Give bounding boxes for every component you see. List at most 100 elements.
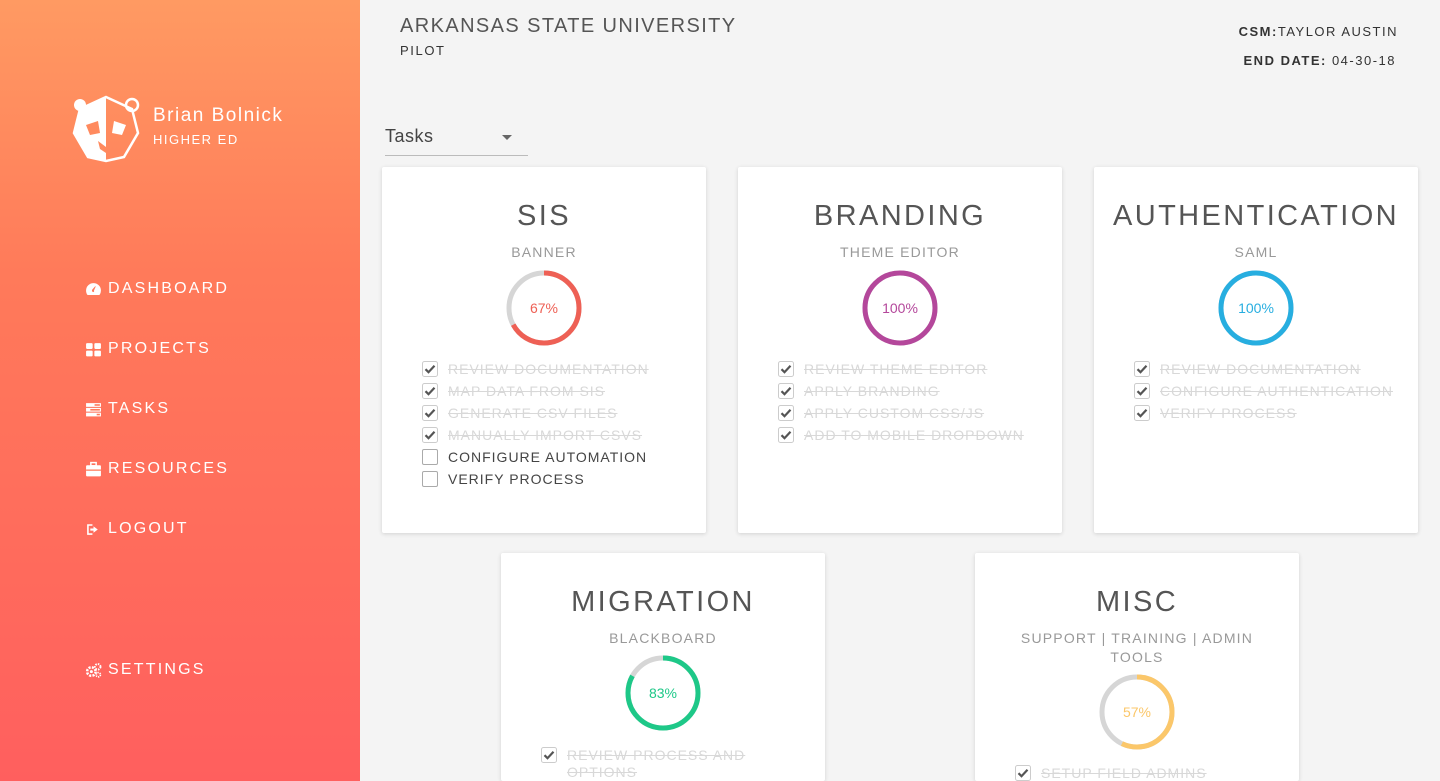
- progress-ring: 83%: [624, 654, 702, 732]
- project-card-authentication: AUTHENTICATION SAML 100% REVIEW DOCUMENT…: [1094, 167, 1418, 533]
- project-card-sis: SIS BANNER 67% REVIEW DOCUMENTATION MAP D…: [382, 167, 706, 533]
- project-card-misc: MISC SUPPORT | TRAINING | ADMIN TOOLS 57…: [975, 553, 1299, 781]
- project-card-branding: BRANDING THEME EDITOR 100% REVIEW THEME …: [738, 167, 1062, 533]
- task-item: REVIEW THEME EDITOR: [778, 361, 1042, 378]
- checkbox-checked-icon[interactable]: [778, 361, 794, 377]
- task-list: SETUP FIELD ADMINS: [1015, 765, 1279, 781]
- task-item: SETUP FIELD ADMINS: [1015, 765, 1279, 781]
- page-title: ARKANSAS STATE UNIVERSITY: [400, 15, 737, 37]
- card-subtitle: BANNER: [511, 244, 577, 260]
- user-name: Brian Bolnick: [153, 105, 284, 126]
- task-label: REVIEW DOCUMENTATION: [448, 361, 649, 377]
- progress-ring: 100%: [1217, 269, 1295, 347]
- card-title: AUTHENTICATION: [1112, 200, 1399, 232]
- checkbox-checked-icon[interactable]: [422, 427, 438, 443]
- view-select[interactable]: Tasks: [385, 122, 528, 156]
- logout-icon: [84, 520, 102, 538]
- gears-icon: [84, 661, 102, 679]
- nav-settings[interactable]: SETTINGS: [84, 661, 206, 679]
- user-role: HIGHER ED: [153, 132, 239, 147]
- checkbox-checked-icon[interactable]: [1134, 361, 1150, 377]
- nav-dashboard-label: DASHBOARD: [108, 280, 230, 297]
- task-label: REVIEW PROCESS AND OPTIONS: [567, 747, 746, 780]
- nav-logout-label: LOGOUT: [108, 520, 189, 537]
- checkbox-checked-icon[interactable]: [541, 747, 557, 763]
- checkbox-checked-icon[interactable]: [778, 405, 794, 421]
- end-date-label: END DATE:: [1243, 53, 1327, 68]
- briefcase-icon: [84, 460, 102, 478]
- checkbox-checked-icon[interactable]: [422, 361, 438, 377]
- task-item: REVIEW DOCUMENTATION: [1134, 361, 1398, 378]
- task-label: GENERATE CSV FILES: [448, 405, 618, 421]
- checkbox-unchecked[interactable]: [422, 471, 438, 487]
- nav-dashboard[interactable]: DASHBOARD: [84, 280, 229, 298]
- task-label: MANUALLY IMPORT CSVS: [448, 427, 643, 443]
- checkbox-checked-icon[interactable]: [778, 383, 794, 399]
- card-subtitle: SAML: [1234, 244, 1278, 260]
- end-date-value: 04-30-18: [1331, 53, 1396, 68]
- sidebar: Brian Bolnick HIGHER ED DASHBOARD PROJEC…: [0, 0, 360, 781]
- task-list: REVIEW PROCESS AND OPTIONS: [541, 747, 805, 781]
- card-title: SIS: [517, 200, 571, 232]
- progress-label: 100%: [882, 300, 918, 316]
- checkbox-checked-icon[interactable]: [1015, 765, 1031, 781]
- progress-label: 57%: [1122, 704, 1152, 720]
- task-list: REVIEW DOCUMENTATION MAP DATA FROM SIS GEN…: [422, 361, 686, 493]
- card-title: BRANDING: [813, 200, 987, 232]
- nav-resources-label: RESOURCES: [108, 460, 230, 477]
- nav-resources[interactable]: RESOURCES: [84, 460, 229, 478]
- progress-ring: 100%: [861, 269, 939, 347]
- csm-value: TAYLOR AUSTIN: [1277, 24, 1398, 39]
- csm-info: CSM:TAYLOR AUSTIN: [1239, 24, 1398, 39]
- task-label: SETUP FIELD ADMINS: [1041, 765, 1207, 781]
- panda-logo: [72, 95, 140, 163]
- checkbox-checked-icon[interactable]: [778, 427, 794, 443]
- task-item: APPLY BRANDING: [778, 383, 1042, 400]
- task-label: VERIFY PROCESS: [448, 471, 585, 487]
- task-label: CONFIGURE AUTOMATION: [448, 449, 648, 465]
- progress-label: 83%: [648, 685, 678, 701]
- caret-down-icon: [502, 135, 512, 140]
- end-date-info: END DATE: 04-30-18: [1244, 53, 1396, 68]
- task-label: REVIEW DOCUMENTATION: [1160, 361, 1361, 377]
- card-title: MIGRATION: [571, 586, 755, 618]
- grid-icon: [84, 340, 102, 358]
- nav-tasks[interactable]: TASKS: [84, 400, 170, 418]
- user-profile: Brian Bolnick HIGHER ED: [72, 95, 283, 163]
- task-item: MANUALLY IMPORT CSVS: [422, 427, 686, 444]
- card-subtitle: THEME EDITOR: [840, 244, 960, 260]
- task-item: VERIFY PROCESS: [1134, 405, 1398, 422]
- card-title: MISC: [1095, 586, 1179, 618]
- checkbox-checked-icon[interactable]: [422, 383, 438, 399]
- view-select-value: Tasks: [385, 126, 434, 146]
- task-item: GENERATE CSV FILES: [422, 405, 686, 422]
- checkbox-checked-icon[interactable]: [422, 405, 438, 421]
- task-label: VERIFY PROCESS: [1160, 405, 1297, 421]
- task-label: MAP DATA FROM SIS: [448, 383, 606, 399]
- tasks-icon: [84, 400, 102, 418]
- task-label: REVIEW THEME EDITOR: [804, 361, 988, 377]
- progress-label: 67%: [529, 300, 559, 316]
- nav-projects[interactable]: PROJECTS: [84, 340, 211, 358]
- page-subtitle: PILOT: [400, 43, 446, 58]
- nav-logout[interactable]: LOGOUT: [84, 520, 189, 538]
- checkbox-checked-icon[interactable]: [1134, 383, 1150, 399]
- task-label: APPLY CUSTOM CSS/JS: [804, 405, 985, 421]
- task-item: CONFIGURE AUTOMATION: [422, 449, 686, 466]
- project-card-migration: MIGRATION BLACKBOARD 83% REVIEW PROCESS …: [501, 553, 825, 781]
- progress-label: 100%: [1238, 300, 1274, 316]
- task-item: REVIEW PROCESS AND OPTIONS: [541, 747, 805, 781]
- nav-tasks-label: TASKS: [108, 400, 171, 417]
- progress-ring: 57%: [1098, 673, 1176, 751]
- task-label: ADD TO MOBILE DROPDOWN: [804, 427, 1024, 443]
- card-subtitle: SUPPORT | TRAINING | ADMIN TOOLS: [1020, 630, 1254, 665]
- task-list: REVIEW THEME EDITOR APPLY BRANDING APPLY C…: [778, 361, 1042, 449]
- checkbox-unchecked[interactable]: [422, 449, 438, 465]
- checkbox-checked-icon[interactable]: [1134, 405, 1150, 421]
- csm-label: CSM:: [1238, 24, 1278, 39]
- task-label: APPLY BRANDING: [804, 383, 940, 399]
- task-item: MAP DATA FROM SIS: [422, 383, 686, 400]
- task-item: APPLY CUSTOM CSS/JS: [778, 405, 1042, 422]
- dashboard-icon: [84, 280, 102, 298]
- task-label: CONFIGURE AUTHENTICATION: [1160, 383, 1393, 399]
